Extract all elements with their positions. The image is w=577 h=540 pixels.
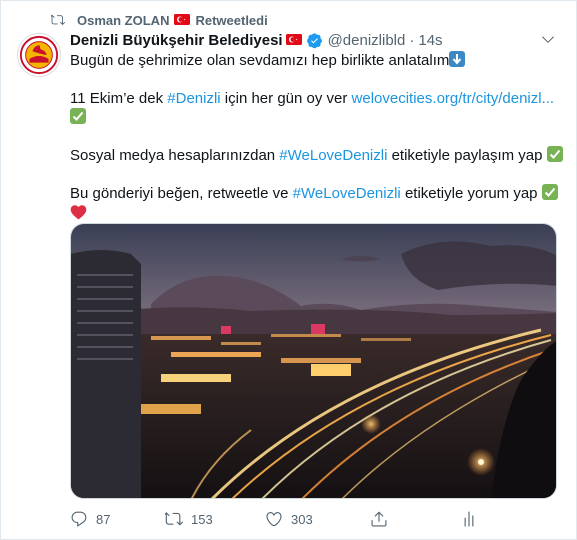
retweet-icon (51, 13, 65, 27)
hashtag-link[interactable]: #WeLoveDenizli (279, 147, 387, 164)
author-name[interactable]: Denizli Büyükşehir Belediyesi (70, 32, 283, 49)
tweet-header: Denizli Büyükşehir Belediyesi @denizlibl… (70, 30, 443, 50)
tweet-card[interactable]: Osman ZOLAN Retweetledi Denizli Büyükşeh… (0, 0, 577, 540)
retweet-count: 153 (191, 511, 213, 527)
check-mark-emoji (541, 184, 558, 200)
tweet-line (70, 203, 550, 222)
tweet-text-segment: Bu gönderiyi beğen, retweetle ve (70, 185, 293, 202)
retweet-icon (165, 512, 183, 526)
tweet-line: Bugün de şehrimize olan sevdamızı hep bi… (70, 51, 550, 70)
retweet-context: Osman ZOLAN Retweetledi (51, 11, 268, 29)
check-mark-emoji (546, 146, 563, 162)
separator-dot: · (409, 31, 415, 49)
tweet-photo[interactable] (70, 223, 557, 499)
hashtag-link[interactable]: #Denizli (167, 90, 220, 107)
reply-icon (71, 511, 87, 527)
tweet-line: Bu gönderiyi beğen, retweetle ve #WeLove… (70, 184, 558, 203)
url-link[interactable]: welovecities.org/tr/city/denizl... (352, 90, 555, 107)
hashtag-link[interactable]: #WeLoveDenizli (293, 185, 401, 202)
tweet-text-segment: Bugün de şehrimize olan sevdamızı hep bi… (70, 52, 450, 69)
down-arrow-emoji (449, 51, 466, 67)
turkey-flag-icon (174, 13, 191, 28)
share-button[interactable] (370, 507, 460, 531)
turkey-flag-icon (285, 32, 302, 49)
author-handle[interactable]: @denizlibld (328, 32, 406, 49)
chevron-down-icon[interactable] (540, 31, 556, 47)
tweet-actions: 87 153 303 (70, 507, 490, 531)
retweeter-name[interactable]: Osman ZOLAN (77, 13, 169, 28)
tweet-text-segment: 11 Ekim’e dek (70, 90, 168, 107)
tweet-text: Bugün de şehrimize olan sevdamızı hep bi… (70, 51, 563, 222)
tweet-timestamp[interactable]: 14s (418, 32, 442, 49)
avatar[interactable] (17, 33, 61, 77)
like-button[interactable]: 303 (265, 507, 370, 531)
tweet-text-segment: için her gün oy ver (220, 90, 352, 107)
tweet-line: Sosyal medya hesaplarınızdan #WeLoveDeni… (70, 146, 563, 165)
reply-count: 87 (96, 511, 111, 527)
verified-badge-icon (306, 32, 323, 49)
tweet-text-segment: Sosyal medya hesaplarınızdan (70, 147, 280, 164)
tweet-line: 11 Ekim’e dek #Denizli için her gün oy v… (70, 89, 554, 108)
like-count: 303 (291, 511, 313, 527)
tweet-text-segment: etiketiyle yorum yap (400, 185, 538, 202)
tweet-line (70, 108, 550, 127)
share-icon (371, 511, 387, 527)
analytics-button[interactable] (460, 507, 486, 531)
check-mark-emoji (70, 108, 86, 124)
retweet-button[interactable]: 153 (165, 507, 265, 531)
retweet-label: Retweetledi (195, 12, 268, 28)
reply-button[interactable]: 87 (70, 507, 165, 531)
red-heart-emoji (70, 204, 87, 220)
tweet-text-segment: etiketiyle paylaşım yap (387, 147, 543, 164)
analytics-icon (464, 511, 474, 527)
heart-icon (266, 512, 282, 527)
